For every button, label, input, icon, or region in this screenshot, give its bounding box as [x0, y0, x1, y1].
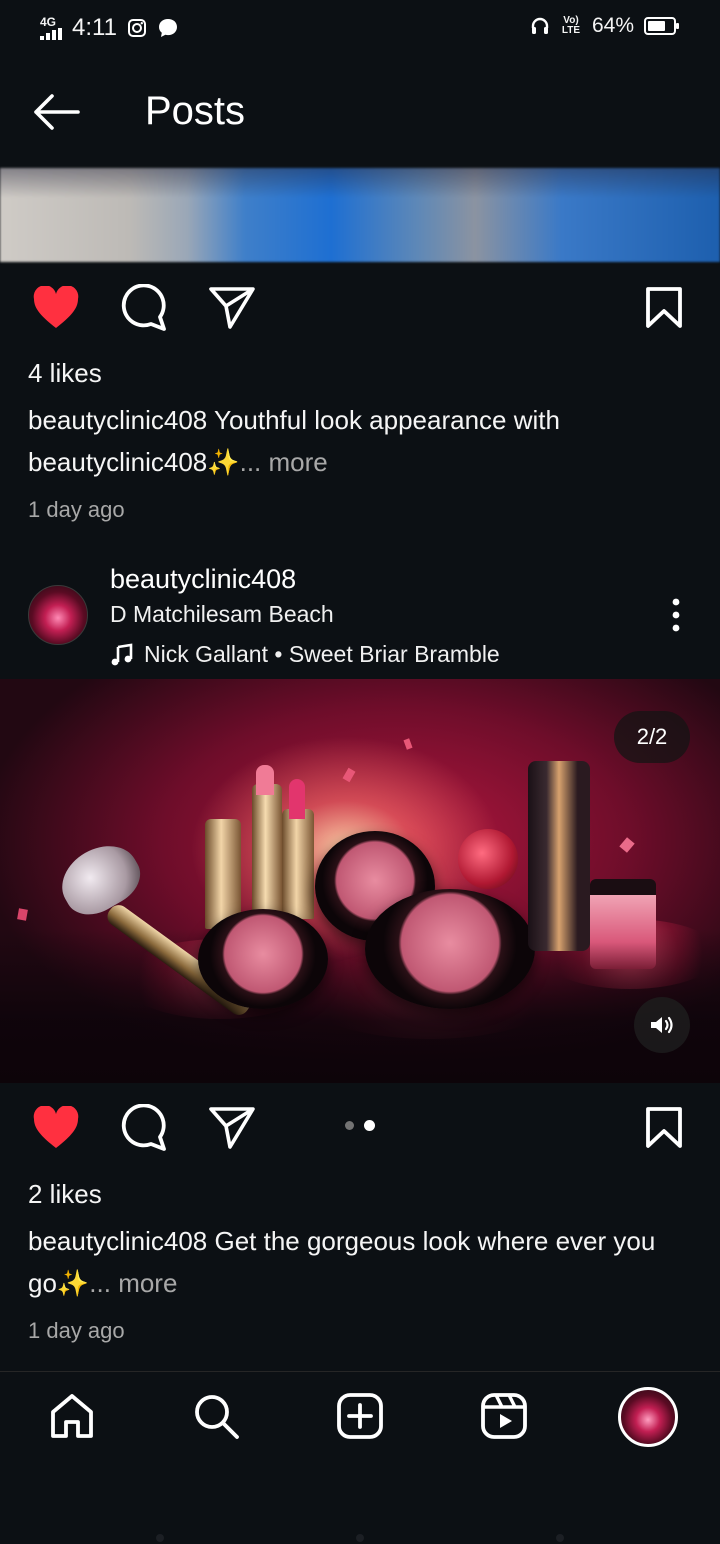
- confetti: [619, 837, 635, 853]
- music-label: Nick Gallant • Sweet Briar Bramble: [144, 641, 500, 667]
- post2-music[interactable]: Nick Gallant • Sweet Briar Bramble: [110, 641, 500, 668]
- post2-timestamp: 1 day ago: [28, 1318, 125, 1343]
- post2-username[interactable]: beautyclinic408: [110, 564, 296, 595]
- status-right: Vo) LTE 64%: [530, 14, 680, 38]
- status-left: 4G 4:11: [40, 14, 179, 42]
- post1-actions: [0, 278, 720, 338]
- bottom-nav: [0, 1371, 720, 1462]
- gesture-dot: [156, 1534, 164, 1542]
- avatar[interactable]: [28, 585, 88, 645]
- reels-icon[interactable]: [480, 1392, 528, 1440]
- makeup-brush: [50, 833, 150, 925]
- status-bar: 4G 4:11 Vo) LTE 64%: [0, 0, 720, 56]
- caption-username[interactable]: beautyclinic408: [28, 1226, 207, 1256]
- speaker-icon: [651, 1016, 673, 1034]
- lipstick-tip: [256, 765, 274, 795]
- foundation-bottle: [528, 761, 590, 951]
- confetti: [342, 767, 356, 783]
- nail-polish: [590, 879, 656, 969]
- bookmark-icon[interactable]: [644, 1106, 684, 1150]
- post2-location[interactable]: D Matchilesam Beach: [110, 601, 334, 628]
- post1-timestamp: 1 day ago: [28, 497, 125, 522]
- comment-icon[interactable]: [120, 1104, 168, 1152]
- send-icon[interactable]: [208, 1106, 256, 1150]
- powder-compact: [365, 889, 535, 1009]
- bookmark-icon[interactable]: [644, 286, 684, 330]
- arrow-left-icon[interactable]: [28, 92, 84, 132]
- page-title: Posts: [145, 89, 246, 133]
- create-icon[interactable]: [336, 1392, 384, 1440]
- carousel-indicator: [345, 1120, 375, 1131]
- music-note-icon: [111, 642, 133, 665]
- instagram-icon: [127, 19, 146, 37]
- carousel-dot: [345, 1121, 354, 1130]
- headphones-icon: [531, 17, 549, 34]
- post2-actions: [0, 1098, 720, 1158]
- caption-username[interactable]: beautyclinic408: [28, 405, 207, 435]
- more-link[interactable]: ... more: [240, 447, 328, 477]
- battery-percent: 64%: [591, 14, 634, 37]
- search-icon[interactable]: [192, 1392, 240, 1440]
- post2-likes[interactable]: 2 likes: [28, 1179, 102, 1210]
- confetti: [17, 908, 28, 921]
- post1-likes[interactable]: 4 likes: [28, 358, 102, 389]
- lipstick-tip: [289, 779, 305, 819]
- clock: 4:11: [72, 14, 117, 41]
- carousel-dot-active: [364, 1120, 375, 1131]
- comment-icon[interactable]: [120, 284, 168, 332]
- home-icon[interactable]: [48, 1392, 96, 1440]
- battery-icon: [644, 17, 679, 35]
- volte-icon: Vo) LTE: [561, 15, 581, 36]
- profile-avatar[interactable]: [618, 1387, 678, 1447]
- lipstick-bullet: [458, 829, 518, 889]
- gesture-dot: [556, 1534, 564, 1542]
- heart-filled-icon[interactable]: [32, 1106, 80, 1150]
- lipstick-tube: [282, 809, 314, 919]
- gesture-dot: [356, 1534, 364, 1542]
- signal-icon: 4G: [40, 16, 62, 40]
- network-type: 4G: [40, 15, 57, 29]
- volume-button[interactable]: [634, 997, 690, 1053]
- confetti: [403, 738, 413, 750]
- app-header: Posts: [0, 56, 720, 168]
- blush-compact: [198, 909, 328, 1009]
- send-icon[interactable]: [208, 286, 256, 330]
- heart-filled-icon[interactable]: [32, 286, 80, 330]
- lipstick-tube: [252, 784, 282, 924]
- image-counter-badge: 2/2: [614, 711, 690, 763]
- post-image-previous[interactable]: [0, 168, 720, 262]
- post-image[interactable]: 2/2: [0, 679, 720, 1083]
- post1-caption[interactable]: beautyclinic408 Youthful look appearance…: [28, 399, 698, 483]
- more-vertical-icon[interactable]: [666, 596, 686, 636]
- chat-bubble-icon: [158, 19, 177, 37]
- post2-caption[interactable]: beautyclinic408 Get the gorgeous look wh…: [28, 1220, 698, 1304]
- more-link[interactable]: ... more: [89, 1268, 177, 1298]
